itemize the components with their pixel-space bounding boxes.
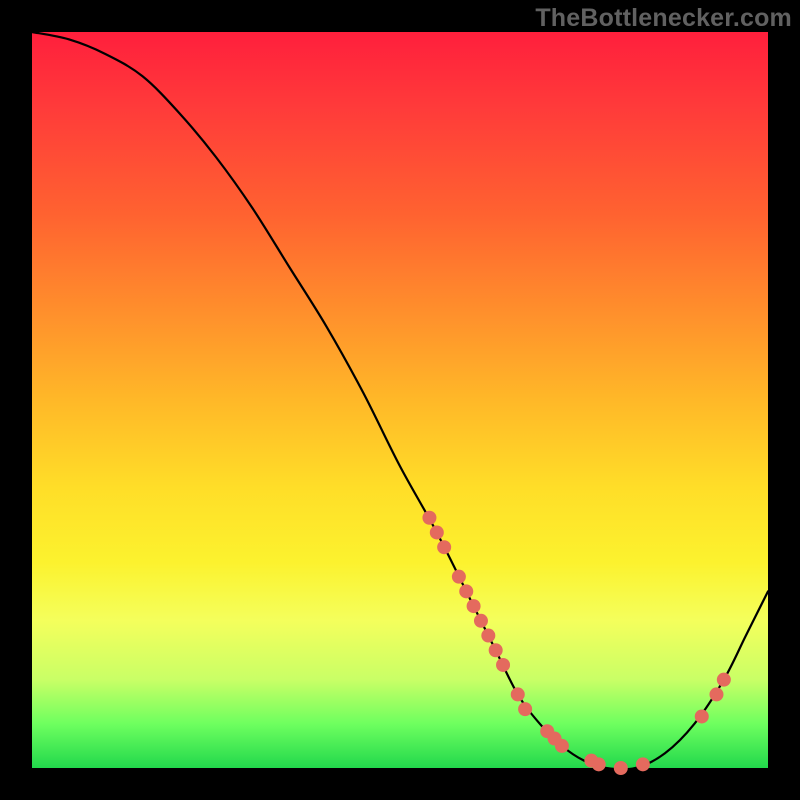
chart-svg (32, 32, 768, 768)
curve-marker (695, 709, 709, 723)
curve-marker (614, 761, 628, 775)
watermark-text: TheBottlenecker.com (535, 4, 792, 33)
curve-marker (511, 687, 525, 701)
curve-marker (717, 673, 731, 687)
curve-marker (422, 511, 436, 525)
curve-marker (555, 739, 569, 753)
curve-marker (481, 629, 495, 643)
curve-marker (437, 540, 451, 554)
curve-marker (430, 525, 444, 539)
curve-marker (518, 702, 532, 716)
curve-marker (474, 614, 488, 628)
curve-marker (709, 687, 723, 701)
curve-marker (592, 757, 606, 771)
curve-marker (489, 643, 503, 657)
curve-marker (467, 599, 481, 613)
plot-area (32, 32, 768, 768)
curve-marker (459, 584, 473, 598)
curve-marker (496, 658, 510, 672)
bottleneck-curve (32, 32, 768, 769)
chart-frame: TheBottlenecker.com (0, 0, 800, 800)
curve-marker (636, 757, 650, 771)
curve-marker (452, 570, 466, 584)
